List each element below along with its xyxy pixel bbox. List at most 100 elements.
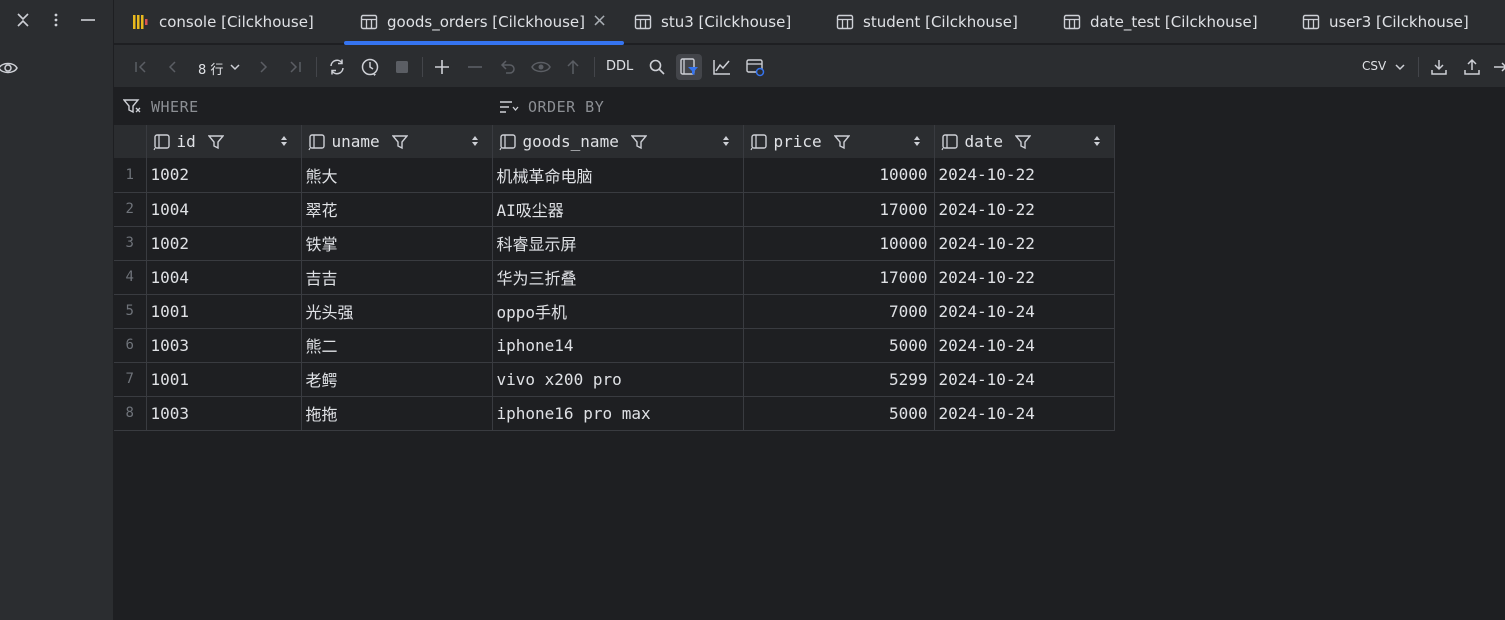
row-count-selector[interactable]: 8 行 (198, 59, 223, 78)
cell-price[interactable]: 5000 (743, 328, 935, 363)
cell-id[interactable]: 1001 (146, 294, 302, 329)
cell-uname[interactable]: 老鳄 (301, 362, 493, 397)
tab-goods-orders[interactable]: goods_orders [Cilckhouse] (344, 0, 624, 45)
filter-icon[interactable] (391, 134, 408, 150)
column-header-goods-name[interactable]: goods_name (492, 125, 744, 158)
cell-date[interactable]: 2024-10-24 (934, 328, 1115, 363)
cell-id[interactable]: 1004 (146, 260, 302, 295)
export-arrow-icon[interactable] (1488, 54, 1505, 80)
table-row[interactable]: 7 1001 老鳄 vivo x200 pro 5299 2024-10-24 (114, 362, 1115, 397)
column-header-date[interactable]: date (934, 125, 1115, 158)
filter-icon[interactable] (1015, 134, 1032, 150)
submit-icon[interactable] (560, 54, 586, 80)
cell-id[interactable]: 1002 (146, 158, 302, 193)
tab-user3[interactable]: user3 [Cilckhouse] (1302, 0, 1469, 44)
search-icon[interactable] (644, 54, 670, 80)
sort-icon[interactable] (279, 133, 289, 149)
column-header-uname[interactable]: uname (301, 125, 493, 158)
cell-goods-name[interactable]: iphone16 pro max (492, 396, 744, 431)
cell-price[interactable]: 17000 (743, 260, 935, 295)
tab-date-test[interactable]: date_test [Cilckhouse] (1063, 0, 1258, 44)
chevron-down-icon[interactable] (1387, 54, 1413, 80)
tab-student[interactable]: student [Cilckhouse] (836, 0, 1018, 44)
chart-icon[interactable] (709, 54, 735, 80)
cell-goods-name[interactable]: 华为三折叠 (492, 260, 744, 295)
tab-console[interactable]: console [Cilckhouse] (132, 0, 314, 44)
sort-icon[interactable] (1092, 133, 1102, 149)
table-row[interactable]: 6 1003 熊二 iphone14 5000 2024-10-24 (114, 328, 1115, 363)
sort-icon[interactable] (912, 133, 922, 149)
stop-icon[interactable] (389, 54, 415, 80)
add-row-icon[interactable] (429, 54, 455, 80)
cell-goods-name[interactable]: AI吸尘器 (492, 192, 744, 227)
cell-id[interactable]: 1004 (146, 192, 302, 227)
filter-icon[interactable] (207, 134, 224, 150)
clock-icon[interactable] (357, 54, 383, 80)
minimize-icon[interactable] (76, 8, 100, 32)
ddl-button[interactable]: DDL (606, 59, 633, 74)
filter-icon[interactable] (833, 134, 850, 150)
filter-toggle-icon[interactable] (676, 54, 702, 80)
close-icon[interactable]: × (592, 10, 607, 31)
order-by-input[interactable]: ORDER BY (528, 98, 604, 116)
preview-changes-icon[interactable] (528, 54, 554, 80)
column-header-id[interactable]: id (146, 125, 302, 158)
export-format-selector[interactable]: CSV (1362, 59, 1386, 73)
cell-id[interactable]: 1001 (146, 362, 302, 397)
cell-price[interactable]: 7000 (743, 294, 935, 329)
undo-icon[interactable] (495, 54, 521, 80)
cell-price[interactable]: 10000 (743, 226, 935, 261)
collapse-icon[interactable] (11, 8, 35, 32)
cell-date[interactable]: 2024-10-22 (934, 260, 1115, 295)
cell-goods-name[interactable]: oppo手机 (492, 294, 744, 329)
last-page-icon[interactable] (282, 54, 308, 80)
upload-icon[interactable] (1459, 54, 1485, 80)
cell-uname[interactable]: 光头强 (301, 294, 493, 329)
cell-price[interactable]: 5299 (743, 362, 935, 397)
cell-date[interactable]: 2024-10-22 (934, 226, 1115, 261)
where-input[interactable]: WHERE (151, 98, 199, 116)
cell-date[interactable]: 2024-10-24 (934, 294, 1115, 329)
cell-goods-name[interactable]: vivo x200 pro (492, 362, 744, 397)
chevron-down-icon[interactable] (222, 54, 248, 80)
cell-uname[interactable]: 拖拖 (301, 396, 493, 431)
cell-uname[interactable]: 熊二 (301, 328, 493, 363)
column-header-price[interactable]: price (743, 125, 935, 158)
cell-uname[interactable]: 翠花 (301, 192, 493, 227)
table-row[interactable]: 3 1002 铁掌 科睿显示屏 10000 2024-10-22 (114, 226, 1115, 261)
table-row[interactable]: 2 1004 翠花 AI吸尘器 17000 2024-10-22 (114, 192, 1115, 227)
cell-price[interactable]: 10000 (743, 158, 935, 193)
delete-row-icon[interactable] (462, 54, 488, 80)
cell-date[interactable]: 2024-10-24 (934, 362, 1115, 397)
sort-icon[interactable] (470, 133, 480, 149)
cell-goods-name[interactable]: 机械革命电脑 (492, 158, 744, 193)
cell-date[interactable]: 2024-10-22 (934, 158, 1115, 193)
next-page-icon[interactable] (250, 54, 276, 80)
more-options-icon[interactable] (44, 8, 68, 32)
table-row[interactable]: 5 1001 光头强 oppo手机 7000 2024-10-24 (114, 294, 1115, 329)
table-row[interactable]: 4 1004 吉吉 华为三折叠 17000 2024-10-22 (114, 260, 1115, 295)
sort-icon[interactable] (721, 133, 731, 149)
cell-id[interactable]: 1003 (146, 396, 302, 431)
cell-date[interactable]: 2024-10-24 (934, 396, 1115, 431)
tab-stu3[interactable]: stu3 [Cilckhouse] (634, 0, 791, 44)
table-row[interactable]: 1 1002 熊大 机械革命电脑 10000 2024-10-22 (114, 158, 1115, 193)
cell-uname[interactable]: 铁掌 (301, 226, 493, 261)
cell-price[interactable]: 5000 (743, 396, 935, 431)
cell-goods-name[interactable]: 科睿显示屏 (492, 226, 744, 261)
cell-goods-name[interactable]: iphone14 (492, 328, 744, 363)
filter-icon[interactable] (630, 134, 647, 150)
cell-id[interactable]: 1003 (146, 328, 302, 363)
table-row[interactable]: 8 1003 拖拖 iphone16 pro max 5000 2024-10-… (114, 396, 1115, 431)
grid-settings-icon[interactable] (742, 54, 768, 80)
cell-id[interactable]: 1002 (146, 226, 302, 261)
eye-icon[interactable] (0, 56, 20, 80)
download-icon[interactable] (1426, 54, 1452, 80)
cell-date[interactable]: 2024-10-22 (934, 192, 1115, 227)
cell-price[interactable]: 17000 (743, 192, 935, 227)
refresh-icon[interactable] (324, 54, 350, 80)
cell-uname[interactable]: 吉吉 (301, 260, 493, 295)
cell-uname[interactable]: 熊大 (301, 158, 493, 193)
first-page-icon[interactable] (128, 54, 154, 80)
previous-page-icon[interactable] (160, 54, 186, 80)
